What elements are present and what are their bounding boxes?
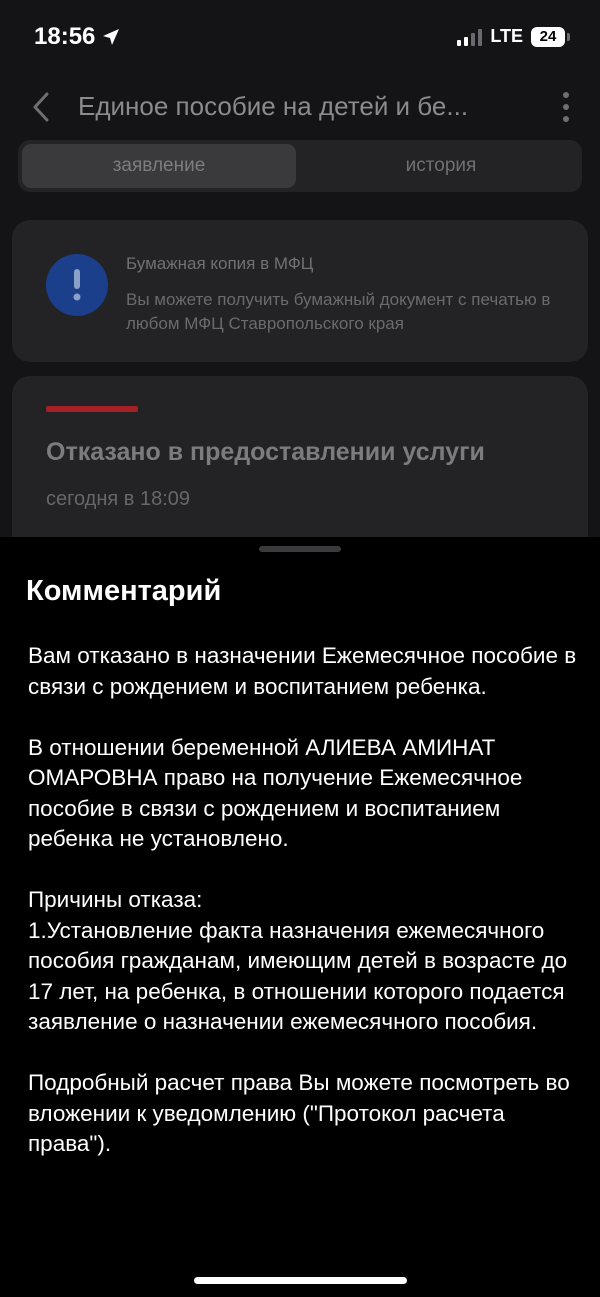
chevron-left-icon (33, 92, 49, 122)
comment-paragraph: Подробный расчет права Вы можете посмотр… (28, 1070, 570, 1156)
comment-body: Вам отказано в назначении Ежемесячное по… (28, 641, 578, 1160)
page-header: Единое пособие на детей и бе... (0, 82, 600, 132)
comment-paragraph: В отношении беременной АЛИЕВА АМИНАТ ОМА… (28, 734, 523, 852)
tab-history[interactable]: история (304, 144, 578, 188)
cellular-signal-icon (457, 28, 483, 46)
mfc-info-card[interactable]: Бумажная копия в МФЦ Вы можете получить … (12, 220, 588, 362)
sheet-drag-handle[interactable] (259, 546, 341, 552)
battery-level: 24 (531, 26, 565, 47)
status-accent-bar (46, 406, 138, 412)
background-page: 18:56 LTE 24 Единое пособие на детей и б… (0, 0, 600, 537)
status-bar-indicators: LTE 24 (457, 26, 570, 47)
tab-application[interactable]: заявление (22, 144, 296, 188)
more-vertical-icon (563, 92, 569, 98)
battery-icon: 24 (531, 26, 570, 47)
location-arrow-icon (103, 29, 120, 45)
segmented-tabs: заявление история (18, 140, 582, 192)
more-menu-button[interactable] (560, 92, 572, 122)
exclamation-icon (46, 254, 108, 316)
status-timestamp: сегодня в 18:09 (46, 488, 190, 510)
comment-paragraph: Вам отказано в назначении Ежемесячное по… (28, 643, 577, 699)
status-bar-time: 18:56 (34, 23, 121, 51)
info-card-text: Вы можете получить бумажный документ с п… (126, 290, 551, 333)
info-card-title: Бумажная копия в МФЦ (126, 254, 314, 273)
page-title: Единое пособие на детей и бе... (78, 91, 469, 121)
status-title: Отказано в предоставлении услуги (46, 438, 485, 466)
back-button[interactable] (28, 90, 54, 124)
sheet-title: Комментарий (26, 575, 222, 607)
comment-bottom-sheet: Комментарий Вам отказано в назначении Еж… (0, 537, 600, 1297)
comment-paragraph: Причины отказа: 1.Установление факта наз… (28, 887, 568, 1034)
clock-text: 18:56 (34, 23, 96, 50)
home-indicator[interactable] (194, 1277, 407, 1284)
network-type: LTE (490, 26, 523, 46)
application-status-card[interactable]: Отказано в предоставлении услуги сегодня… (12, 376, 588, 537)
